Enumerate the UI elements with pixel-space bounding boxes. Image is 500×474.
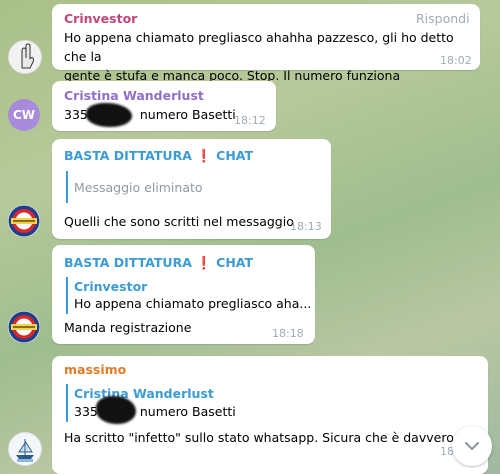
message-text: Ho appena chiamato pregliasco ahahha paz… — [64, 28, 476, 85]
phone-prefix: 335 — [64, 107, 88, 122]
logo-icon — [8, 311, 40, 343]
boat-logo-icon — [16, 439, 34, 462]
avatar-crinvestor[interactable] — [8, 40, 42, 74]
avatar-massimo[interactable] — [8, 432, 42, 466]
sender-name[interactable]: BASTA DITTATURA ❗ CHAT — [64, 255, 253, 271]
redaction-scribble — [96, 396, 136, 424]
sender-name-suffix: CHAT — [216, 148, 254, 163]
sender-name[interactable]: Cristina Wanderlust — [64, 88, 204, 103]
reply-quote[interactable] — [66, 277, 68, 314]
message-time: 18:13 — [290, 220, 322, 233]
reply-quote[interactable] — [66, 384, 68, 422]
reply-text: Ho appena chiamato pregliasco aha... — [74, 296, 312, 311]
message-time: 18:02 — [440, 54, 472, 67]
message-text: Manda registrazione — [64, 320, 192, 335]
phone-prefix: 335 — [74, 404, 98, 419]
message-time: 18:18 — [272, 327, 304, 340]
reply-button[interactable]: Rispondi — [416, 11, 470, 26]
sender-name[interactable]: BASTA DITTATURA ❗ CHAT — [64, 148, 253, 164]
sender-name[interactable]: massimo — [64, 362, 126, 377]
sender-name[interactable]: Crinvestor — [64, 11, 137, 26]
exclamation-icon: ❗ — [196, 255, 212, 270]
avatar-cw[interactable]: CW — [8, 99, 40, 131]
sender-name-text: BASTA DITTATURA — [64, 148, 192, 163]
logo-icon — [8, 205, 40, 237]
message-text-suffix: numero Basetti — [139, 107, 236, 122]
message-text: Quelli che sono scritti nel messaggio — [64, 214, 294, 229]
avatar-basta[interactable] — [8, 205, 40, 237]
scroll-to-bottom-button[interactable] — [452, 426, 492, 466]
exclamation-icon: ❗ — [196, 148, 212, 163]
reply-sender-name: Crinvestor — [74, 279, 148, 294]
avatar-basta[interactable] — [8, 311, 40, 343]
reply-sender-name: Cristina Wanderlust — [74, 386, 214, 401]
redaction-scribble — [86, 103, 132, 127]
sender-name-suffix: CHAT — [216, 255, 254, 270]
sender-name-text: BASTA DITTATURA — [64, 255, 192, 270]
message-time: 18:12 — [234, 114, 266, 127]
hand-icon — [21, 43, 34, 69]
reply-text-suffix: numero Basetti — [139, 404, 236, 419]
chevron-down-icon — [465, 442, 479, 450]
message-text: Ha scritto "infetto" sullo stato whatsap… — [64, 430, 480, 445]
avatar-initials: CW — [12, 108, 36, 122]
reply-text: Messaggio eliminato — [74, 180, 203, 195]
reply-quote[interactable] — [66, 171, 68, 203]
message-text-line: Ho appena chiamato pregliasco ahahha paz… — [64, 30, 454, 64]
